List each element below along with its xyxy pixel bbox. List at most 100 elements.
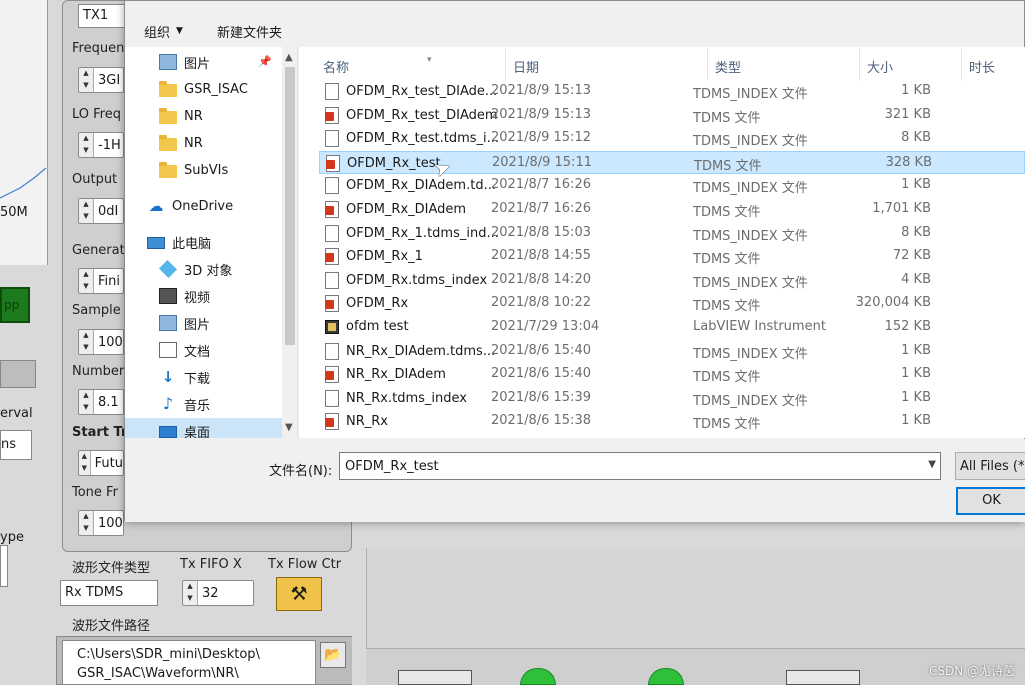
- column-header-name[interactable]: ▾ 名称: [323, 55, 432, 76]
- scroll-thumb[interactable]: [285, 67, 295, 345]
- file-row[interactable]: OFDM_Rx_DIAdem.td... 2021/8/7 16:26 TDMS_I…: [319, 174, 1025, 197]
- file-row[interactable]: ofdm test 2021/7/29 13:04 LabVIEW Instrume…: [319, 316, 1025, 339]
- waveform-path-input[interactable]: C:\Users\SDR_mini\Desktop\ GSR_ISAC\Wave…: [62, 640, 316, 685]
- output-control[interactable]: ▲ ▼ 0dI: [78, 198, 124, 224]
- folder-icon: [159, 161, 177, 178]
- ok-button[interactable]: OK: [956, 487, 1025, 515]
- file-date: 2021/8/8 14:20: [491, 271, 591, 287]
- file-name-cell: OFDM_Rx_test.tdms_i...: [325, 130, 505, 148]
- file-row[interactable]: OFDM_Rx_1 2021/8/8 14:55 TDMS 文件 72 KB: [319, 245, 1025, 268]
- column-header-size[interactable]: 大小: [867, 57, 893, 76]
- filename-value: OFDM_Rx_test: [345, 459, 439, 474]
- status-indicator: [0, 360, 36, 388]
- browse-folder-button[interactable]: 📂: [320, 642, 346, 668]
- nav-item[interactable]: 桌面: [125, 418, 282, 438]
- file-name-cell: OFDM_Rx_test_DIAdem: [325, 106, 505, 124]
- index-file-icon: [325, 177, 339, 195]
- stop-button[interactable]: [398, 670, 472, 685]
- file-row[interactable]: NR_Rx.tdms_index 2021/8/6 15:39 TDMS_INDEX…: [319, 387, 1025, 410]
- nav-item[interactable]: ↓ 下载: [125, 364, 282, 390]
- file-row[interactable]: OFDM_Rx_test.tdms_i... 2021/8/9 15:12 TDMS…: [319, 127, 1025, 150]
- folder-icon: [159, 134, 177, 151]
- column-divider[interactable]: [505, 49, 506, 81]
- lo-freq-label: LO Freq: [72, 107, 121, 122]
- organize-label: 组织: [144, 25, 171, 41]
- document-icon: [159, 342, 177, 358]
- nav-item[interactable]: 视频: [125, 283, 282, 309]
- column-divider[interactable]: [707, 49, 708, 81]
- frequency-control[interactable]: ▲ ▼ 3GI: [78, 67, 124, 93]
- file-row[interactable]: NR_Rx_DIAdem 2021/8/6 15:40 TDMS 文件 1 KB: [319, 363, 1025, 386]
- file-row[interactable]: OFDM_Rx_1.tdms_ind... 2021/8/8 15:03 TDMS_…: [319, 222, 1025, 245]
- nav-item[interactable]: 此电脑: [125, 229, 282, 255]
- music-icon: ♪: [162, 394, 174, 413]
- file-type-filter[interactable]: All Files (*.*): [955, 452, 1025, 480]
- path-line-2: GSR_ISAC\Waveform\NR\: [77, 666, 239, 681]
- nav-item[interactable]: ♪ 音乐: [125, 391, 282, 417]
- stop-button[interactable]: [786, 670, 860, 685]
- interval-input[interactable]: ns: [0, 430, 32, 460]
- frequency-label: Frequen: [72, 41, 125, 56]
- tone-freq-label: Tone Fr: [72, 485, 118, 500]
- file-name-cell: OFDM_Rx: [325, 295, 505, 313]
- file-date: 2021/7/29 13:04: [491, 319, 600, 334]
- column-header-duration[interactable]: 时长: [969, 57, 995, 76]
- 3d-objects-icon: [158, 259, 178, 279]
- file-name-cell: NR_Rx_DIAdem: [325, 366, 505, 384]
- lo-freq-control[interactable]: ▲ ▼ -1H: [78, 132, 124, 158]
- new-folder-button[interactable]: 新建文件夹: [183, 22, 282, 41]
- file-type: TDMS_INDEX 文件: [693, 181, 808, 197]
- file-row[interactable]: OFDM_Rx_test_DIAdem 2021/8/9 15:13 TDMS 文件…: [319, 104, 1025, 127]
- tx-fifo-control[interactable]: ▲ ▼ 32: [182, 580, 254, 606]
- file-row[interactable]: OFDM_Rx_test 2021/8/9 15:11 TDMS 文件 328 KB: [319, 150, 1025, 174]
- file-name-cell: OFDM_Rx.tdms_index: [325, 271, 505, 289]
- tx-channel-input[interactable]: TX1: [78, 4, 128, 28]
- organize-menu[interactable]: 组织 ▼: [125, 22, 183, 41]
- tone-freq-control[interactable]: ▲ ▼ 100: [78, 510, 124, 536]
- nav-item[interactable]: NR: [125, 130, 282, 156]
- scroll-up-icon[interactable]: ▲: [285, 52, 293, 63]
- file-row[interactable]: OFDM_Rx.tdms_index 2021/8/8 14:20 TDMS_IND…: [319, 269, 1025, 292]
- type-label: ype: [0, 530, 24, 545]
- column-header-type[interactable]: 类型: [715, 57, 741, 76]
- file-name: NR_Rx.tdms_index: [346, 390, 467, 406]
- chevron-down-icon[interactable]: ▼: [928, 459, 936, 470]
- tx-flow-wrench-button[interactable]: ⚒: [276, 577, 322, 611]
- column-divider[interactable]: [961, 49, 962, 81]
- sort-icon: ▾: [427, 55, 432, 65]
- file-size: 1 KB: [901, 342, 931, 358]
- type-control[interactable]: [0, 545, 8, 587]
- file-row[interactable]: NR_Rx_DIAdem.tdms... 2021/8/6 15:40 TDMS_I…: [319, 340, 1025, 363]
- generate-label: Generat: [72, 243, 125, 258]
- nav-item[interactable]: SubVIs: [125, 157, 282, 183]
- nav-item[interactable]: ☁ OneDrive: [125, 193, 282, 219]
- file-date: 2021/8/7 16:26: [491, 201, 591, 216]
- nav-item[interactable]: 3D 对象: [125, 256, 282, 282]
- nav-item[interactable]: 图片: [125, 310, 282, 336]
- generate-control[interactable]: ▲ ▼ Fini: [78, 268, 124, 294]
- folder-icon: [159, 80, 177, 97]
- file-date: 2021/8/6 15:39: [491, 389, 591, 405]
- nav-item[interactable]: 图片 📌: [125, 49, 282, 75]
- file-row[interactable]: OFDM_Rx_DIAdem 2021/8/7 16:26 TDMS 文件 1,701…: [319, 198, 1025, 221]
- file-row[interactable]: OFDM_Rx 2021/8/8 10:22 TDMS 文件 320,004 KB: [319, 292, 1025, 315]
- waveform-type-input[interactable]: Rx TDMS: [60, 580, 158, 606]
- app-led-button[interactable]: pp: [0, 287, 30, 323]
- start-trigger-control[interactable]: ▲ ▼ Futu: [78, 450, 124, 476]
- dialog-footer: 文件名(N): OFDM_Rx_test ▼ All Files (*.*) O…: [125, 439, 1025, 522]
- chevron-down-icon: ▼: [176, 26, 183, 36]
- filename-input[interactable]: OFDM_Rx_test ▼: [339, 452, 941, 480]
- column-header-date[interactable]: 日期: [513, 57, 539, 76]
- column-divider[interactable]: [859, 49, 860, 81]
- nav-item-label: 下载: [184, 371, 211, 387]
- nav-item[interactable]: 文档: [125, 337, 282, 363]
- pin-icon[interactable]: 📌: [258, 55, 272, 68]
- number-control[interactable]: ▲ ▼ 8.1: [78, 389, 124, 415]
- sample-control[interactable]: ▲ ▼ 100: [78, 329, 124, 355]
- nav-item[interactable]: NR: [125, 103, 282, 129]
- nav-item[interactable]: GSR_ISAC: [125, 76, 282, 102]
- file-row[interactable]: OFDM_Rx_test_DIAde... 2021/8/9 15:13 TDMS_…: [319, 80, 1025, 103]
- nav-scrollbar[interactable]: ▲ ▼: [282, 47, 297, 438]
- scroll-down-icon[interactable]: ▼: [285, 422, 293, 433]
- file-row[interactable]: NR_Rx 2021/8/6 15:38 TDMS 文件 1 KB: [319, 410, 1025, 433]
